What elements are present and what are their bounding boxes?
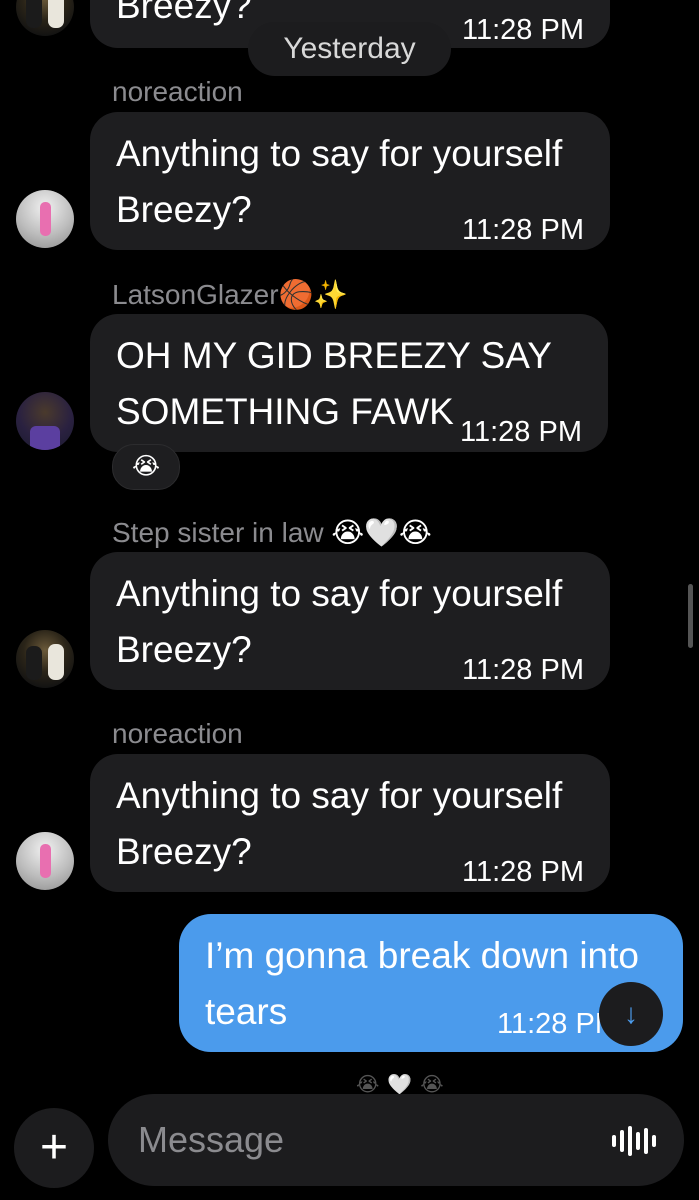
- reaction-badge[interactable]: 😭: [112, 444, 180, 490]
- message-bubble[interactable]: OH MY GID BREEZY SAY SOMETHING FAWK 11:2…: [90, 314, 608, 452]
- arrow-down-icon: ↓: [624, 998, 638, 1029]
- plus-icon: +: [39, 1121, 69, 1174]
- scrollbar[interactable]: [688, 584, 693, 648]
- sender-emoji: 😭🤍😭: [331, 517, 432, 548]
- sender-name-text: LatsonGlazer: [112, 279, 279, 310]
- message-time: 11:28 PM: [462, 14, 584, 46]
- message-time: 11:28 PM: [462, 654, 584, 686]
- sender-name: Step sister in law 😭🤍😭: [112, 516, 432, 549]
- avatar[interactable]: [16, 832, 74, 890]
- date-divider: Yesterday: [248, 22, 451, 76]
- avatar[interactable]: [16, 392, 74, 450]
- message-bubble[interactable]: Anything to say for yourself Breezy? 11:…: [90, 754, 610, 892]
- message-placeholder: Message: [138, 1119, 285, 1160]
- message-bubble[interactable]: Anything to say for yourself Breezy? 11:…: [90, 552, 610, 690]
- avatar[interactable]: [16, 190, 74, 248]
- sender-name: LatsonGlazer🏀✨: [112, 278, 348, 311]
- add-button[interactable]: +: [14, 1108, 94, 1188]
- sender-name: noreaction: [112, 76, 243, 107]
- message-text: Breezy?: [116, 0, 252, 26]
- message-time: 11:28 PM: [460, 416, 582, 448]
- avatar[interactable]: [16, 0, 74, 36]
- message-time: 11:28 PM: [462, 214, 584, 246]
- message-time: 11:28 PM: [462, 856, 584, 888]
- sender-emoji: 🏀✨: [278, 279, 349, 310]
- sender-name: noreaction: [112, 718, 243, 749]
- avatar[interactable]: [16, 630, 74, 688]
- sender-name-text: Step sister in law: [112, 517, 324, 548]
- waveform-icon[interactable]: [612, 1126, 656, 1156]
- scroll-down-button[interactable]: ↓: [599, 982, 663, 1046]
- message-bubble[interactable]: Anything to say for yourself Breezy? 11:…: [90, 112, 610, 250]
- message-input[interactable]: Message: [108, 1094, 684, 1186]
